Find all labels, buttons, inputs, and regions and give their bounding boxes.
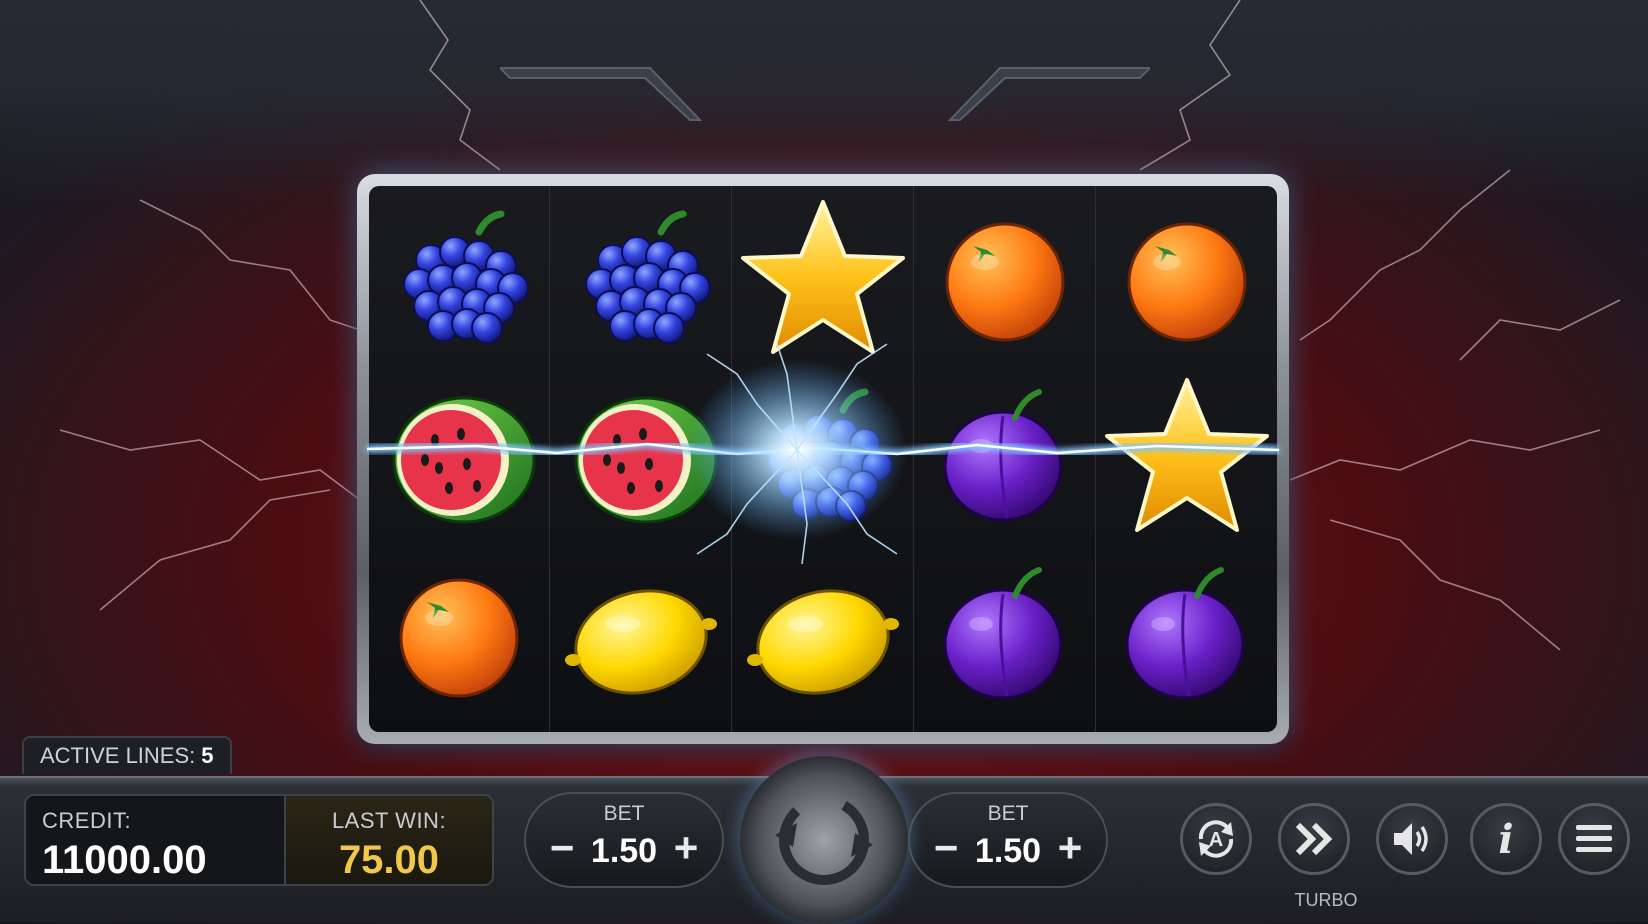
bet-increase-button[interactable]: + — [1050, 824, 1090, 872]
watermelon-icon — [369, 368, 549, 548]
reel-4 — [915, 186, 1096, 732]
turbo-button[interactable] — [1278, 803, 1350, 875]
bet-control-left: BET − 1.50 + — [524, 792, 724, 888]
top-haze — [0, 0, 1648, 200]
active-lines-label: ACTIVE LINES: — [40, 743, 196, 768]
last-win-label: LAST WIN: — [331, 808, 447, 833]
grapes-icon — [733, 368, 913, 548]
star-icon — [733, 190, 913, 370]
grapes-icon — [369, 190, 549, 370]
credit-panel: CREDIT: 11000.00 LAST WIN: 75.00 — [24, 794, 494, 886]
orange-icon — [369, 546, 549, 726]
grapes-icon — [551, 190, 731, 370]
active-lines-value: 5 — [201, 743, 214, 768]
reel-area — [369, 186, 1277, 732]
last-win-section: LAST WIN: 75.00 — [286, 796, 492, 884]
plum-icon — [915, 546, 1095, 726]
autoplay-icon: A — [1198, 820, 1234, 858]
star-icon — [1097, 368, 1277, 548]
fast-forward-icon — [1295, 822, 1333, 856]
active-lines-badge: ACTIVE LINES: 5 — [22, 736, 232, 774]
last-win-value: 75.00 — [338, 838, 440, 882]
watermelon-icon — [551, 368, 731, 548]
reel-5 — [1097, 186, 1277, 732]
lemon-icon — [733, 546, 913, 726]
spin-arrow-icon — [775, 795, 873, 885]
plum-icon — [915, 368, 1095, 548]
info-button[interactable]: i — [1470, 803, 1542, 875]
bet-control-right: BET − 1.50 + — [908, 792, 1108, 888]
left-wing-ornament — [500, 67, 703, 121]
orange-icon — [915, 190, 1095, 370]
bet-label: BET — [987, 802, 1029, 825]
lemon-icon — [551, 546, 731, 726]
autoplay-letter: A — [1209, 829, 1223, 851]
reel-2 — [551, 186, 732, 732]
spin-button[interactable] — [740, 756, 908, 924]
menu-button[interactable] — [1558, 803, 1630, 875]
hamburger-menu-icon — [1576, 825, 1612, 852]
bet-increase-button[interactable]: + — [666, 824, 706, 872]
bet-label: BET — [603, 802, 645, 825]
sound-button[interactable] — [1376, 803, 1448, 875]
autoplay-button[interactable]: A — [1180, 803, 1252, 875]
speaker-icon — [1394, 823, 1428, 855]
info-icon: i — [1498, 815, 1514, 863]
orange-icon — [1097, 190, 1277, 370]
reel-3 — [733, 186, 914, 732]
right-wing-ornament — [947, 67, 1150, 121]
reel-frame — [357, 174, 1289, 744]
reel-1 — [369, 186, 550, 732]
credit-label: CREDIT: — [42, 808, 132, 833]
credit-section: CREDIT: 11000.00 — [26, 796, 286, 884]
credit-value: 11000.00 — [42, 838, 207, 882]
plum-icon — [1097, 546, 1277, 726]
turbo-label: TURBO — [1294, 890, 1358, 910]
